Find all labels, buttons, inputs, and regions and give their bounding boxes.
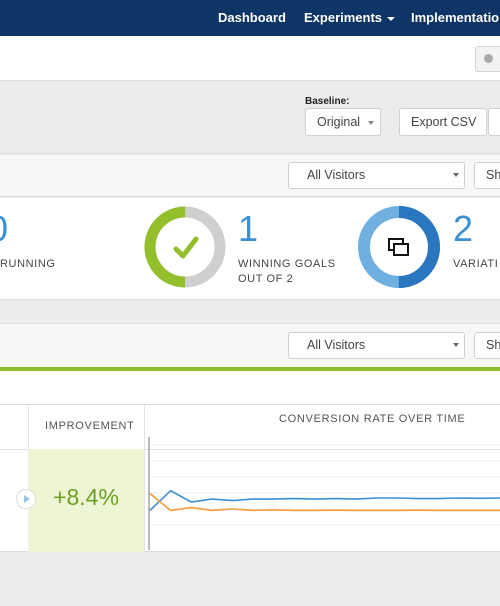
show-dropdown[interactable]: Sh (474, 162, 500, 189)
chevron-down-icon (368, 121, 374, 125)
goal-audience-select[interactable]: All Visitors (288, 332, 465, 359)
baseline-label: Baseline: (305, 96, 350, 107)
nav-dashboard[interactable]: Dashboard (218, 10, 286, 25)
variations-ring (358, 206, 440, 288)
export-csv-button[interactable]: Export CSV (399, 108, 487, 136)
chevron-down-icon (387, 16, 396, 21)
goal-audience-select-value: All Visitors (307, 338, 366, 352)
audience-select-value: All Visitors (307, 168, 366, 182)
winning-goals-ring (144, 206, 226, 288)
variations-label: VARIATI (453, 258, 499, 270)
summary-stats: 0 RUNNING 1 WINNING GOALS OUT OF 2 2 VAR… (0, 198, 500, 300)
improvement-header: IMPROVEMENT (45, 420, 135, 432)
goal-header-space (0, 371, 500, 404)
variations-count: 2 (453, 208, 474, 249)
top-navigation: Dashboard Experiments Implementation (0, 0, 500, 36)
goal-show-dropdown[interactable]: Sh (474, 332, 500, 359)
audience-select[interactable]: All Visitors (288, 162, 465, 189)
series-line-0 (149, 489, 500, 511)
baseline-select-value: Original (317, 115, 361, 129)
winning-goals-label-line1: WINNING GOALS (238, 258, 336, 270)
conversion-rate-header: CONVERSION RATE OVER TIME (279, 413, 466, 425)
status-dot-icon (484, 54, 493, 63)
series-line-1 (149, 492, 500, 512)
winning-goals-label-line2: OUT OF 2 (238, 273, 294, 285)
improvement-value: +8.4% (53, 484, 119, 510)
chevron-down-icon (453, 173, 459, 177)
nav-experiments-label: Experiments (304, 10, 383, 25)
winning-goals-count: 1 (238, 208, 259, 249)
nav-experiments[interactable]: Experiments (304, 10, 396, 25)
page-footer-area (0, 553, 500, 606)
running-label: RUNNING (0, 258, 56, 270)
share-button[interactable]: S (488, 108, 500, 136)
nav-implementation[interactable]: Implementation (411, 10, 500, 25)
play-icon (24, 495, 30, 503)
chevron-down-icon (453, 343, 459, 347)
check-icon (173, 236, 199, 259)
running-count: 0 (0, 208, 8, 250)
section-spacer (0, 301, 500, 323)
header-bar (0, 36, 500, 81)
conversion-rate-chart (148, 437, 500, 550)
column-divider (144, 405, 145, 552)
